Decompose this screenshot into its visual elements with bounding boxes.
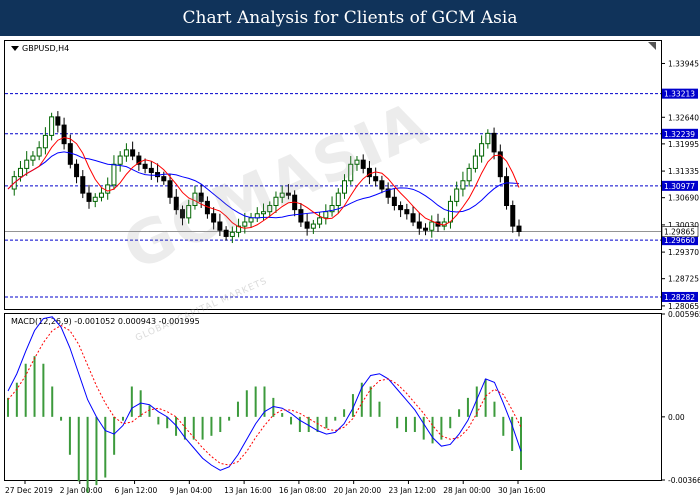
banner-title: Chart Analysis for Clients of GCM Asia xyxy=(182,8,518,28)
level-label-bg xyxy=(662,291,698,302)
price-chart-panel[interactable]: GBPUSD,H4 xyxy=(4,40,662,310)
x-tick-label: 6 Jan 12:00 xyxy=(115,486,158,495)
x-tick-label: 23 Jan 12:00 xyxy=(388,486,436,495)
macd-tick-label: 0.00 xyxy=(668,413,685,422)
x-tick-label: 2 Jan 00:00 xyxy=(60,486,103,495)
current-price-bg xyxy=(661,226,699,237)
price-tick-label: 1.30690 xyxy=(668,194,699,203)
price-tick-label: 1.33945 xyxy=(668,59,699,68)
level-label: 1.28282 xyxy=(664,293,695,302)
price-tick-label: 1.29370 xyxy=(668,248,699,257)
level-label-bg xyxy=(662,180,698,191)
x-tick-label: 28 Jan 00:00 xyxy=(443,486,491,495)
symbol-label: GBPUSD,H4 xyxy=(11,44,69,53)
dropdown-triangle-icon xyxy=(11,46,19,51)
price-tick-label: 1.28065 xyxy=(668,302,699,311)
x-tick-label: 20 Jan 20:00 xyxy=(334,486,382,495)
level-label-bg xyxy=(662,235,698,246)
x-tick-label: 13 Jan 16:00 xyxy=(224,486,272,495)
price-tick-label: 1.28725 xyxy=(668,275,699,284)
symbol-text: GBPUSD,H4 xyxy=(22,44,70,53)
macd-tick-label: -0.003663 xyxy=(668,476,700,485)
x-tick-label: 16 Jan 08:00 xyxy=(279,486,327,495)
x-tick-label: 27 Dec 2019 xyxy=(5,486,53,495)
level-label: 1.30977 xyxy=(664,182,695,191)
corner-arrow-icon xyxy=(648,42,656,50)
macd-tick-label: 0.005965 xyxy=(668,310,700,319)
level-label: 1.33213 xyxy=(664,90,695,99)
price-tick-label: 1.31335 xyxy=(668,167,699,176)
level-label-bg xyxy=(662,128,698,139)
price-tick-label: 1.31995 xyxy=(668,140,699,149)
price-tick-label: 1.30030 xyxy=(668,221,699,230)
level-label: 1.32239 xyxy=(664,130,695,139)
x-tick-label: 9 Jan 04:00 xyxy=(169,486,212,495)
chart-banner: Chart Analysis for Clients of GCM Asia xyxy=(0,0,700,36)
level-label: 1.29660 xyxy=(664,236,695,245)
price-tick-label: 1.32640 xyxy=(668,113,699,122)
level-label-bg xyxy=(662,88,698,99)
macd-panel[interactable]: MACD(12,26,9) -0.001052 0.000943 -0.0019… xyxy=(4,313,662,481)
x-tick-label: 30 Jan 16:00 xyxy=(498,486,546,495)
current-price-label: 1.29865 xyxy=(664,228,695,237)
